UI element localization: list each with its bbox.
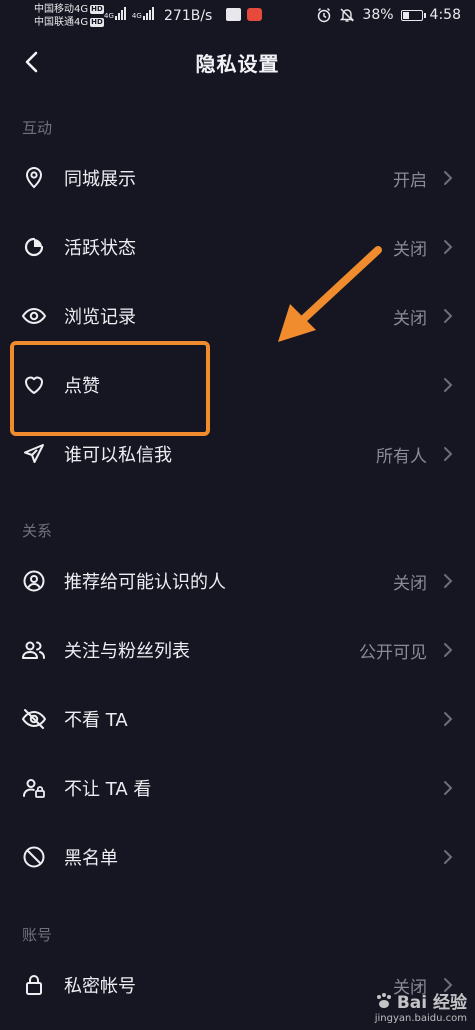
page-title: 隐私设置 bbox=[195, 52, 280, 76]
battery-icon bbox=[400, 9, 426, 21]
row-label: 点赞 bbox=[64, 376, 100, 397]
row-label: 浏览记录 bbox=[64, 307, 136, 328]
chevron-right-icon bbox=[441, 375, 455, 395]
chevron-right-icon bbox=[441, 847, 455, 867]
alarm-icon bbox=[318, 7, 331, 23]
row-value: 关闭 bbox=[393, 977, 427, 998]
chevron-right-icon bbox=[441, 975, 455, 995]
paper-plane-icon bbox=[20, 440, 48, 468]
row-not-let-see[interactable]: 不让 TA 看 bbox=[0, 754, 475, 822]
row-private-account[interactable]: 私密帐号 关闭 bbox=[0, 951, 475, 1019]
section-label-interaction: 互动 bbox=[22, 119, 53, 137]
row-value: 关闭 bbox=[393, 308, 427, 329]
row-active-status[interactable]: 活跃状态 关闭 bbox=[0, 213, 475, 281]
nav-bar: 隐私设置 bbox=[0, 34, 475, 90]
network-speed: 271B/s bbox=[164, 8, 213, 24]
row-label: 关注与粉丝列表 bbox=[64, 641, 190, 662]
users-icon bbox=[20, 636, 48, 664]
row-same-city[interactable]: 同城展示 开启 bbox=[0, 144, 475, 212]
chevron-right-icon bbox=[441, 237, 455, 257]
qq-app-icon bbox=[247, 8, 262, 21]
row-not-see[interactable]: 不看 TA bbox=[0, 685, 475, 753]
row-value: 关闭 bbox=[393, 239, 427, 260]
location-pin-icon bbox=[20, 164, 48, 192]
row-value: 所有人 bbox=[376, 446, 427, 467]
row-blacklist[interactable]: 黑名单 bbox=[0, 823, 475, 891]
row-label: 同城展示 bbox=[64, 169, 136, 190]
row-label: 谁可以私信我 bbox=[64, 445, 172, 466]
row-label: 活跃状态 bbox=[64, 238, 136, 259]
row-label: 私密帐号 bbox=[64, 976, 136, 997]
chevron-right-icon bbox=[441, 306, 455, 326]
eye-off-icon bbox=[20, 705, 48, 733]
carrier-1: 中国移动4G bbox=[34, 4, 89, 15]
chevron-right-icon bbox=[441, 640, 455, 660]
message-app-icon bbox=[226, 8, 241, 21]
row-label: 不看 TA bbox=[64, 710, 128, 731]
clock: 4:58 bbox=[429, 7, 461, 23]
notification-icons bbox=[226, 8, 262, 21]
carrier-2: 中国联通4G bbox=[34, 17, 89, 28]
row-label: 不让 TA 看 bbox=[64, 779, 152, 800]
user-lock-icon bbox=[20, 774, 48, 802]
hd-badge-2: HD bbox=[90, 18, 104, 27]
row-follow-list[interactable]: 关注与粉丝列表 公开可见 bbox=[0, 616, 475, 684]
chevron-right-icon bbox=[441, 168, 455, 188]
row-private-message[interactable]: 谁可以私信我 所有人 bbox=[0, 420, 475, 488]
user-circle-icon bbox=[20, 567, 48, 595]
row-browse-history[interactable]: 浏览记录 关闭 bbox=[0, 282, 475, 350]
row-value: 公开可见 bbox=[359, 642, 427, 663]
battery-percent: 38% bbox=[362, 7, 394, 23]
active-status-icon bbox=[20, 233, 48, 261]
block-icon bbox=[20, 843, 48, 871]
chevron-right-icon bbox=[441, 778, 455, 798]
row-value: 开启 bbox=[393, 170, 427, 191]
chevron-right-icon bbox=[441, 571, 455, 591]
row-label: 黑名单 bbox=[64, 848, 118, 869]
lock-icon bbox=[20, 971, 48, 999]
section-label-account: 账号 bbox=[22, 926, 53, 944]
row-label: 推荐给可能认识的人 bbox=[64, 572, 226, 593]
chevron-right-icon bbox=[441, 709, 455, 729]
heart-icon bbox=[20, 371, 48, 399]
mute-icon bbox=[340, 8, 355, 22]
battery-fill bbox=[402, 11, 409, 19]
signal-icon bbox=[114, 7, 126, 20]
row-recommend[interactable]: 推荐给可能认识的人 关闭 bbox=[0, 547, 475, 615]
carrier-info: 中国移动4G HD 中国联通4G HD bbox=[34, 3, 104, 29]
status-bar: 中国移动4G HD 中国联通4G HD 4G 4G 271B/s 38% 4:58 bbox=[0, 0, 475, 34]
status-right: 38% 4:58 bbox=[316, 7, 461, 23]
chevron-right-icon bbox=[441, 444, 455, 464]
hd-badge: HD bbox=[90, 5, 104, 14]
signal-icons: 4G 4G bbox=[104, 7, 154, 20]
signal-icon-2 bbox=[142, 7, 154, 20]
net-type-2: 4G bbox=[131, 12, 142, 20]
row-likes[interactable]: 点赞 bbox=[0, 351, 475, 419]
section-label-relations: 关系 bbox=[22, 522, 53, 540]
row-value: 关闭 bbox=[393, 573, 427, 594]
net-type-1: 4G bbox=[104, 12, 114, 20]
eye-icon bbox=[20, 302, 48, 330]
